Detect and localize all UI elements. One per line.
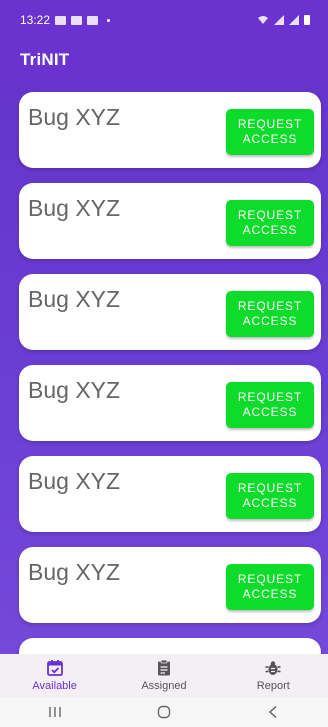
message-icon bbox=[87, 15, 99, 25]
bug-title: Bug XYZ bbox=[28, 559, 121, 585]
bug-list[interactable]: Bug XYZ REQUEST ACCESS Bug XYZ REQUEST A… bbox=[0, 80, 328, 654]
signal-icon-2 bbox=[289, 15, 299, 25]
bug-title: Bug XYZ bbox=[28, 377, 121, 403]
recent-apps-button[interactable] bbox=[35, 702, 75, 722]
bug-title: Bug XYZ bbox=[28, 468, 121, 494]
request-access-button[interactable]: REQUEST ACCESS bbox=[226, 382, 314, 428]
recent-apps-icon bbox=[48, 707, 61, 717]
nav-report-label: Report bbox=[256, 680, 290, 692]
home-icon bbox=[157, 705, 171, 719]
nav-available-label: Available bbox=[32, 680, 77, 692]
home-button[interactable] bbox=[144, 702, 184, 722]
nav-assigned[interactable]: Assigned bbox=[119, 659, 209, 692]
system-navigation-bar bbox=[0, 697, 328, 727]
app-title: TriNIT bbox=[20, 50, 70, 69]
nav-assigned-label: Assigned bbox=[141, 680, 187, 692]
bug-card: Bug XYZ REQUEST ACCESS bbox=[19, 274, 321, 350]
bug-card: Bug XYZ REQUEST ACCESS bbox=[19, 92, 321, 168]
gallery-icon bbox=[71, 15, 83, 25]
bug-title: Bug XYZ bbox=[28, 195, 121, 221]
request-access-button[interactable]: REQUEST ACCESS bbox=[226, 564, 314, 610]
nav-report[interactable]: Report bbox=[228, 659, 318, 692]
bug-icon bbox=[265, 661, 281, 675]
status-time: 13:22 bbox=[20, 13, 51, 27]
bug-card: Bug XYZ REQUEST ACCESS bbox=[19, 547, 321, 623]
nav-available[interactable]: Available bbox=[10, 659, 100, 692]
wifi-icon bbox=[258, 16, 268, 24]
clipboard-icon bbox=[157, 659, 170, 676]
bug-card: Bug XYZ REQUEST ACCESS bbox=[19, 456, 321, 532]
bug-title: Bug XYZ bbox=[28, 286, 121, 312]
status-left: 13:22 bbox=[20, 13, 111, 27]
bug-card: Bug XYZ REQUEST ACCESS bbox=[19, 365, 321, 441]
more-notifications-icon bbox=[107, 18, 111, 22]
request-access-button[interactable]: REQUEST ACCESS bbox=[226, 109, 314, 155]
battery-icon bbox=[304, 15, 310, 25]
calendar-check-icon bbox=[46, 660, 63, 676]
app-bar: TriNIT bbox=[0, 40, 328, 80]
bottom-navigation: Available Assigned Report bbox=[0, 654, 328, 697]
bug-card: Bug XYZ REQUEST ACCESS bbox=[19, 183, 321, 259]
bug-card-partial bbox=[19, 638, 321, 654]
request-access-button[interactable]: REQUEST ACCESS bbox=[226, 473, 314, 519]
request-access-button[interactable]: REQUEST ACCESS bbox=[226, 291, 314, 337]
signal-icon bbox=[274, 15, 284, 25]
back-icon bbox=[269, 705, 277, 719]
notification-icon bbox=[55, 15, 67, 25]
status-right bbox=[257, 15, 310, 25]
request-access-button[interactable]: REQUEST ACCESS bbox=[226, 200, 314, 246]
back-button[interactable] bbox=[253, 702, 293, 722]
status-bar: 13:22 bbox=[0, 0, 328, 40]
bug-title: Bug XYZ bbox=[28, 104, 121, 130]
